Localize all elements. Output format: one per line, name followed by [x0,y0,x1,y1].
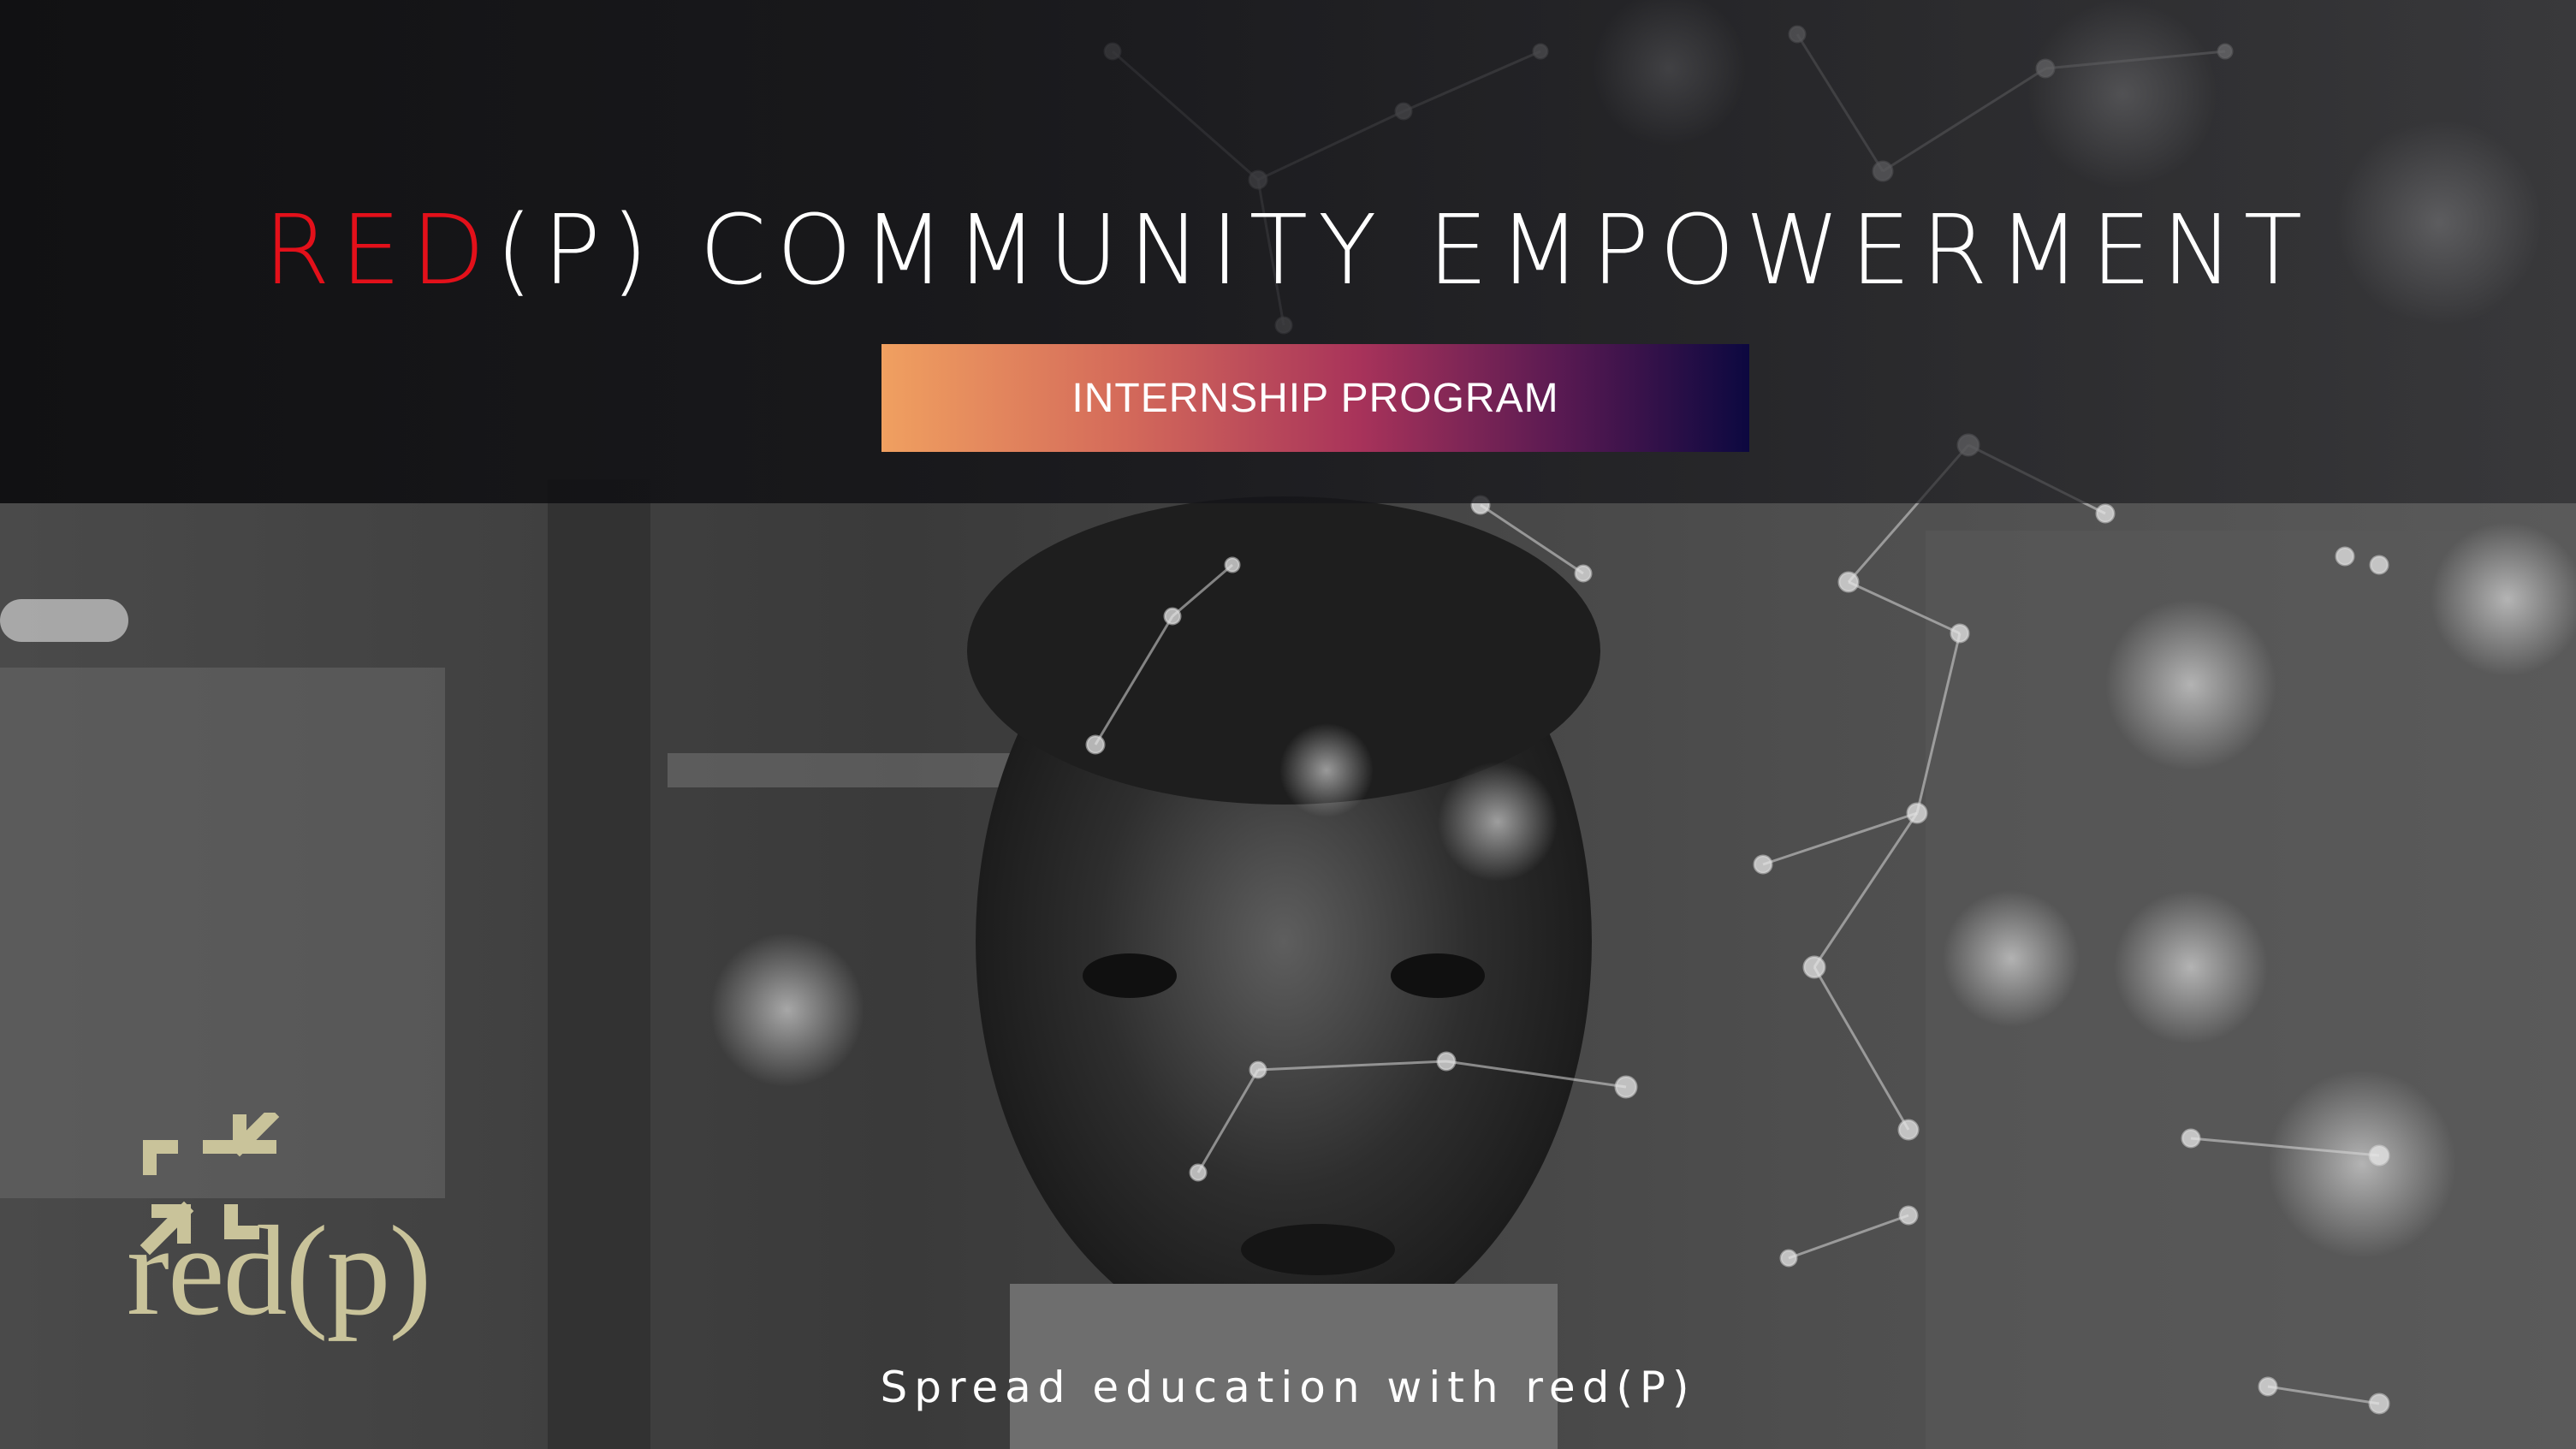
badge-label: INTERNSHIP PROGRAM [1071,375,1559,421]
slide-title: RED(P) COMMUNITY EMPOWERMENT [0,195,2576,306]
slide: RED(P) COMMUNITY EMPOWERMENT INTERNSHIP … [0,0,2576,1449]
program-badge: INTERNSHIP PROGRAM [881,344,1749,452]
tagline: Spread education with red(P) [880,1363,1696,1412]
title-rest: (P) COMMUNITY EMPOWERMENT [495,195,2313,306]
title-accent: RED [263,195,496,306]
logo-wordmark: red(p) [127,1200,431,1342]
